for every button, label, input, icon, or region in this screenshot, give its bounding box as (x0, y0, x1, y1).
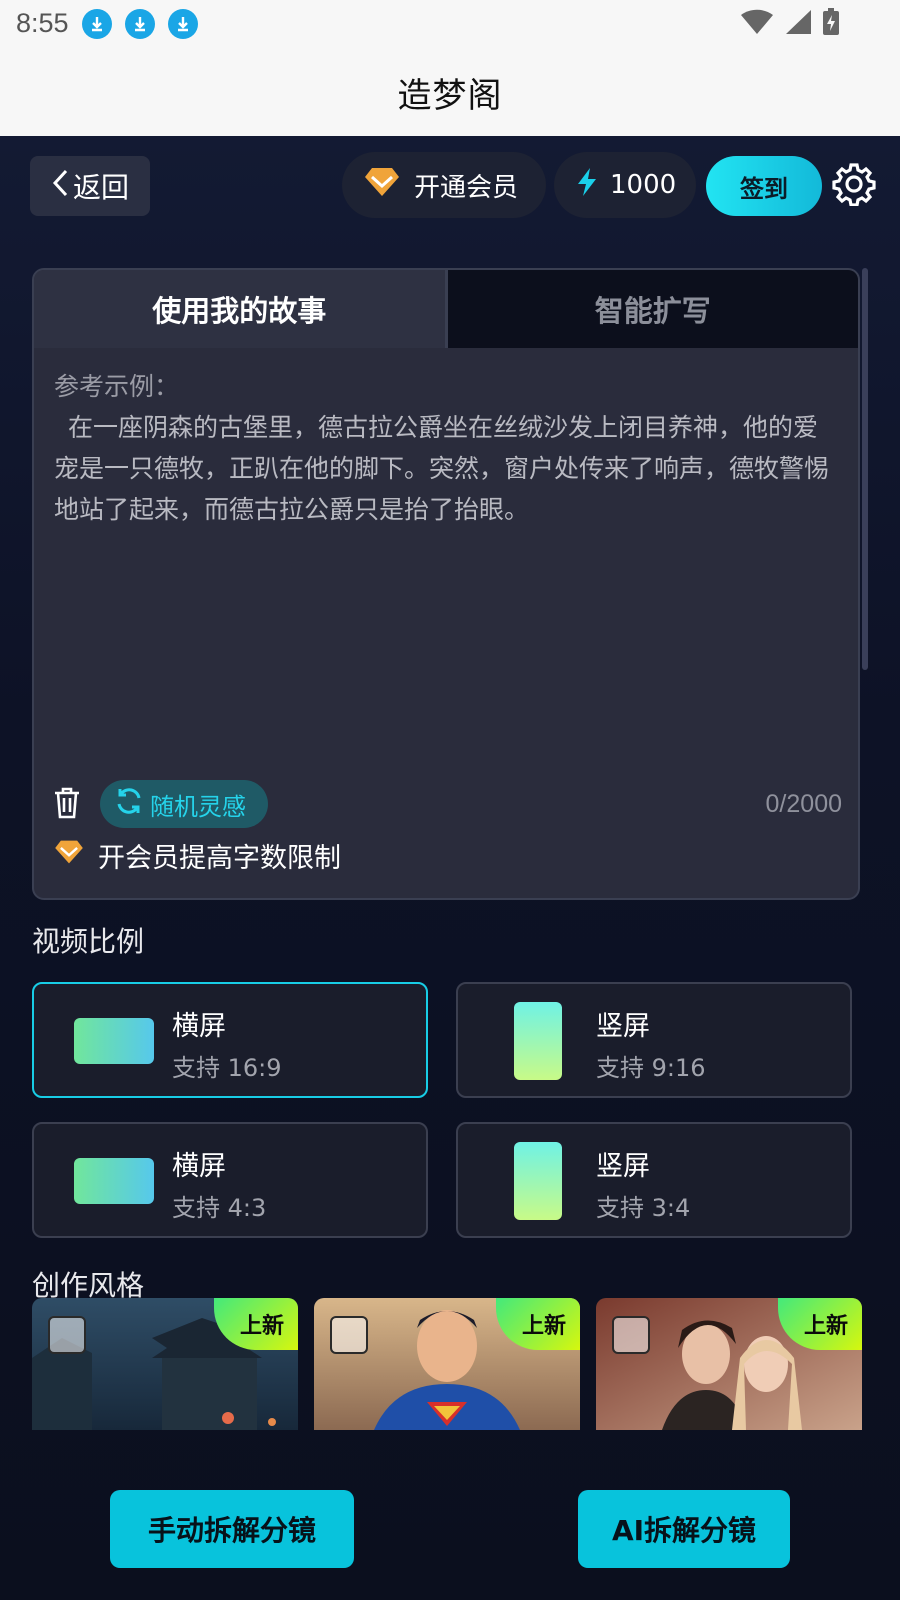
scrollbar[interactable] (862, 268, 868, 670)
download-icon (82, 9, 112, 39)
style-card-ancient-town[interactable]: 上新 (32, 1298, 298, 1430)
diamond-icon (54, 839, 84, 872)
download-icon (125, 9, 155, 39)
ratio-name: 横屏 (172, 1011, 226, 1042)
ratio-option-9-16[interactable]: 竖屏 支持 9:16 (456, 982, 852, 1098)
vip-label: 开通会员 (414, 172, 519, 203)
wifi-icon (740, 9, 774, 39)
ratio-desc: 支持 3:4 (596, 1194, 691, 1222)
char-counter: 0/2000 (765, 790, 842, 818)
title-bar: 造梦阁 (0, 48, 900, 136)
ai-split-button[interactable]: AI拆解分镜 (578, 1490, 790, 1568)
ratio-option-16-9[interactable]: 横屏 支持 16:9 (32, 982, 428, 1098)
signin-button[interactable]: 签到 (706, 156, 822, 216)
style-checkbox[interactable] (48, 1316, 86, 1354)
download-icon (168, 9, 198, 39)
back-label: 返回 (72, 171, 129, 204)
ratio-name: 竖屏 (596, 1151, 650, 1182)
landscape-icon (74, 1158, 154, 1204)
ratio-option-3-4[interactable]: 竖屏 支持 3:4 (456, 1122, 852, 1238)
back-button[interactable]: 返回 (30, 156, 150, 216)
tab-smart-expand[interactable]: 智能扩写 (444, 270, 858, 348)
trash-icon[interactable] (52, 786, 86, 820)
example-text: 在一座阴森的古堡里，德古拉公爵坐在丝绒沙发上闭目养神，他的爱宠是一只德牧，正趴在… (54, 413, 830, 524)
story-tabs: 使用我的故事 智能扩写 (34, 270, 858, 348)
example-label: 参考示例： (54, 372, 180, 401)
ratio-desc: 支持 16:9 (172, 1054, 282, 1082)
style-checkbox[interactable] (330, 1316, 368, 1354)
style-card-romance[interactable]: 上新 (596, 1298, 862, 1430)
vip-limit-link[interactable]: 开会员提高字数限制 (54, 836, 341, 875)
lightning-icon (576, 167, 598, 204)
portrait-icon (514, 1002, 562, 1080)
style-checkbox[interactable] (612, 1316, 650, 1354)
ratio-name: 横屏 (172, 1151, 226, 1182)
ratio-desc: 支持 9:16 (596, 1054, 706, 1082)
random-label: 随机灵感 (150, 792, 246, 821)
ratio-name: 竖屏 (596, 1011, 650, 1042)
energy-balance[interactable]: 1000 (554, 152, 696, 218)
landscape-icon (74, 1018, 154, 1064)
tab-my-story[interactable]: 使用我的故事 (34, 270, 445, 348)
vip-limit-label: 开会员提高字数限制 (98, 843, 341, 874)
refresh-icon (114, 786, 144, 822)
ratio-option-4-3[interactable]: 横屏 支持 4:3 (32, 1122, 428, 1238)
diamond-icon (364, 166, 400, 205)
ratio-desc: 支持 4:3 (172, 1194, 267, 1222)
main-content: 返回 开通会员 1000 签到 使用我的故事 智能扩写 参考示例： 在一座阴森的… (0, 136, 900, 1600)
manual-split-button[interactable]: 手动拆解分镜 (110, 1490, 354, 1568)
status-bar: 8:55 (0, 0, 900, 48)
vip-button[interactable]: 开通会员 (342, 152, 546, 218)
portrait-icon (514, 1142, 562, 1220)
energy-value: 1000 (610, 170, 677, 200)
chevron-left-icon (51, 168, 69, 205)
story-tools: 随机灵感 0/2000 (52, 780, 842, 830)
story-textarea[interactable]: 参考示例： 在一座阴森的古堡里，德古拉公爵坐在丝绒沙发上闭目养神，他的爱宠是一只… (54, 366, 834, 530)
status-time: 8:55 (16, 8, 69, 38)
battery-icon (822, 8, 840, 40)
random-inspiration-button[interactable]: 随机灵感 (100, 780, 268, 828)
story-card: 使用我的故事 智能扩写 参考示例： 在一座阴森的古堡里，德古拉公爵坐在丝绒沙发上… (32, 268, 860, 900)
gear-icon[interactable] (832, 162, 876, 207)
signal-icon (784, 9, 812, 39)
video-ratio-title: 视频比例 (32, 925, 145, 958)
style-card-comic-hero[interactable]: 上新 (314, 1298, 580, 1430)
page-title: 造梦阁 (397, 75, 503, 116)
